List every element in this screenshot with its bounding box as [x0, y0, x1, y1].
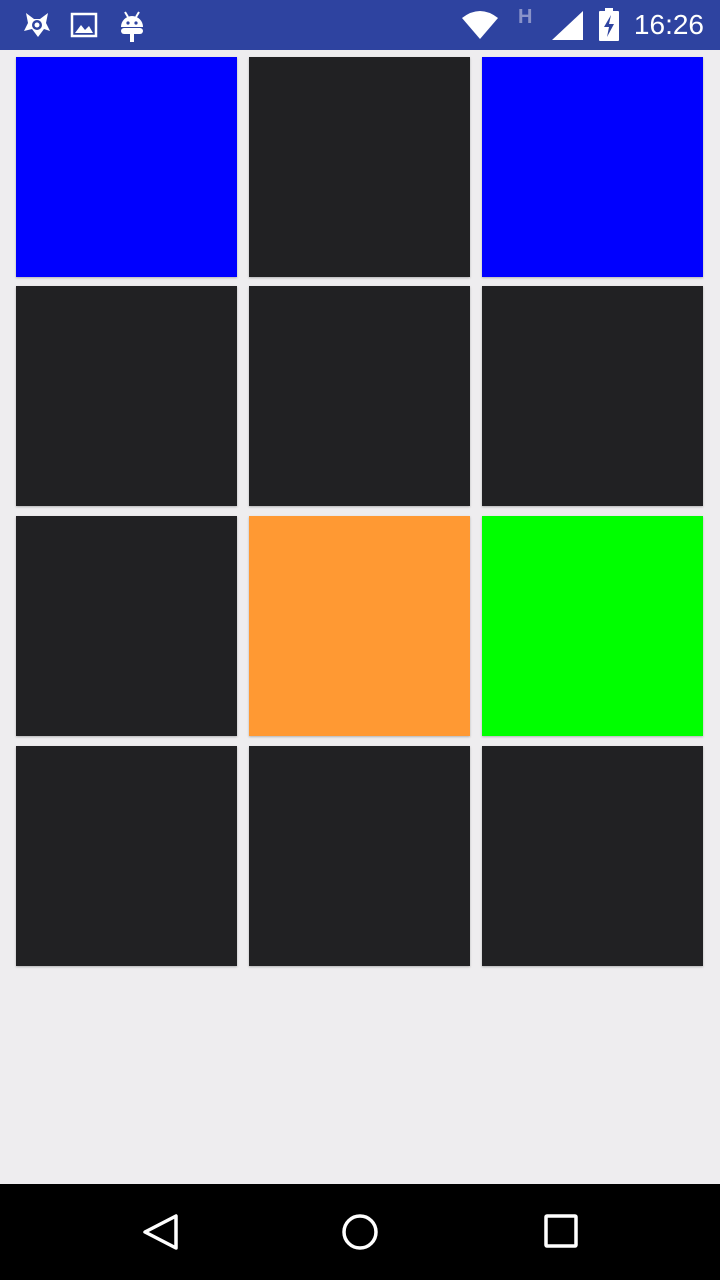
grid-tile-r4-c1[interactable] [16, 746, 237, 966]
status-time: 16:26 [633, 9, 704, 40]
back-icon[interactable] [140, 1212, 180, 1252]
grid-tile-r4-c3[interactable] [482, 746, 703, 966]
image-notification-icon [70, 9, 98, 46]
wifi-icon [462, 10, 498, 45]
grid-tile-r1-c2[interactable] [249, 57, 470, 277]
grid-tile-r3-c3[interactable] [482, 516, 703, 736]
home-icon[interactable] [340, 1212, 380, 1252]
grid-tile-r4-c2[interactable] [249, 746, 470, 966]
grid-tile-r1-c1[interactable] [16, 57, 237, 277]
grid-tile-r2-c3[interactable] [482, 286, 703, 506]
cell-signal-icon [552, 11, 584, 46]
grid-tile-r3-c2[interactable] [249, 516, 470, 736]
status-bar: H 16:26 [0, 0, 720, 50]
android-debug-icon [118, 9, 146, 48]
recents-icon[interactable] [542, 1212, 582, 1252]
grid-tile-r3-c1[interactable] [16, 516, 237, 736]
app-notification-icon [20, 9, 54, 46]
grid-tile-r2-c1[interactable] [16, 286, 237, 506]
battery-charging-icon [598, 8, 620, 47]
navigation-bar [0, 1184, 720, 1280]
grid-tile-r1-c3[interactable] [482, 57, 703, 277]
grid-tile-r2-c2[interactable] [249, 286, 470, 506]
network-type-icon: H [518, 6, 533, 28]
